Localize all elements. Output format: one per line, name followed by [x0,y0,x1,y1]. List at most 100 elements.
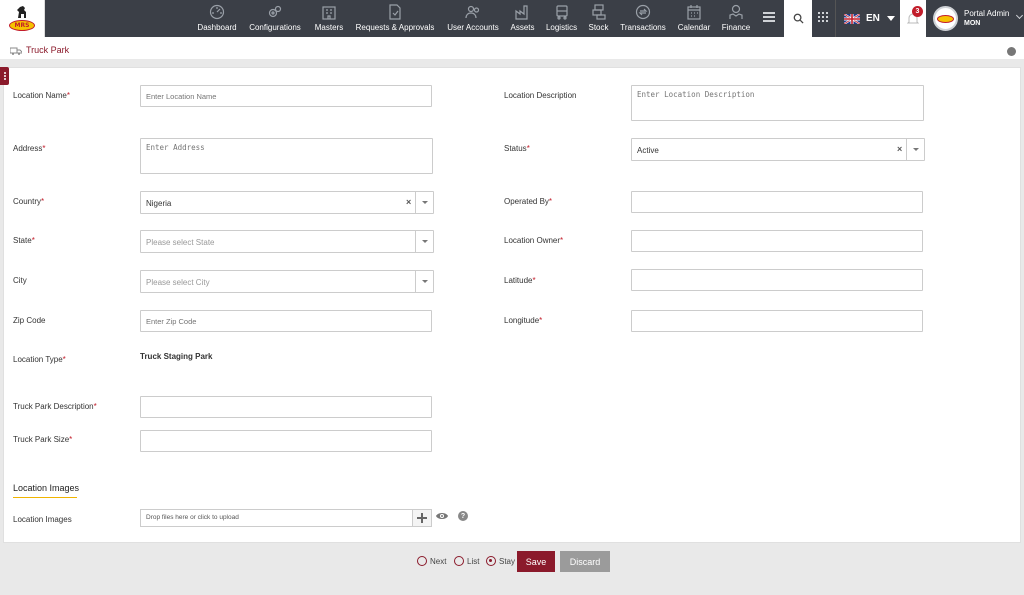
latitude-label: Latitude* [504,276,536,285]
nav-label: Assets [510,23,535,32]
horse-icon [17,5,26,18]
truck-park-description-input[interactable] [140,396,432,418]
location-owner-label: Location Owner* [504,236,564,245]
status-value: Active [637,146,659,155]
side-menu-toggle[interactable] [0,67,9,85]
address-label: Address* [13,144,46,153]
dashboard-icon [209,4,225,20]
city-label: City [13,276,27,285]
chevron-down-icon[interactable] [415,271,433,292]
radio-list[interactable]: List [454,556,479,566]
nav-transactions[interactable]: Transactions [618,0,668,37]
clear-icon[interactable]: × [897,144,902,154]
logo-text: MRS [9,19,35,31]
zip-code-label: Zip Code [13,316,46,325]
country-label: Country* [13,197,45,206]
longitude-input[interactable] [631,310,923,332]
language-selector[interactable]: EN [835,0,899,37]
finance-icon [729,4,743,19]
truck-park-size-input[interactable] [140,430,432,452]
page-title: Truck Park [26,45,70,55]
nav-label: Finance [721,23,751,32]
nav-calendar[interactable]: Calendar [676,0,712,37]
chevron-down-icon[interactable] [906,139,924,160]
discard-button[interactable]: Discard [560,551,610,572]
save-button[interactable]: Save [517,551,555,572]
location-description-label: Location Description [504,91,577,100]
file-upload-dropzone[interactable]: Drop files here or click to upload [140,509,413,527]
uk-flag-icon [844,13,860,24]
user-menu[interactable]: Portal Admin MON [928,0,1024,37]
chevron-down-icon[interactable] [415,192,433,213]
status-select[interactable]: Active × [631,138,925,161]
truck-icon [555,5,568,20]
nav-label: Transactions [620,23,666,32]
clear-icon[interactable]: × [406,197,411,207]
search-icon [793,13,804,24]
breadcrumb: Truck Park [0,37,1024,63]
longitude-label: Longitude* [504,316,543,325]
nav-finance[interactable]: Finance [720,0,752,37]
city-select[interactable]: Please select City [140,270,434,293]
nav-masters[interactable]: Masters [312,0,346,37]
state-placeholder: Please select State [146,238,215,247]
zip-code-input[interactable] [140,310,432,332]
radio-next[interactable]: Next [417,556,446,566]
company-logo[interactable]: MRS [0,0,45,37]
nav-label: Configurations [249,23,301,32]
nav-label: Calendar [677,23,711,32]
location-owner-input[interactable] [631,230,923,252]
nav-requests-approvals[interactable]: Requests & Approvals [354,0,436,37]
location-description-input[interactable] [631,85,924,121]
back-icon[interactable] [1007,47,1016,56]
nav-assets[interactable]: Assets [509,0,536,37]
latitude-input[interactable] [631,269,923,291]
location-type-label: Location Type* [13,355,66,364]
radio-label: Stay [499,556,516,566]
nav-stock[interactable]: Stock [587,0,610,37]
city-placeholder: Please select City [146,278,210,287]
form-footer [0,543,1024,595]
building-icon [322,6,336,20]
chevron-down-icon [1015,11,1024,20]
location-images-section-title: Location Images [13,483,80,493]
truck-park-size-label: Truck Park Size* [13,435,73,444]
avatar [933,6,958,31]
location-name-label: Location Name* [13,91,70,100]
radio-stay[interactable]: Stay [486,556,515,566]
help-icon[interactable]: ? [458,511,468,521]
location-images-label: Location Images [13,515,72,524]
language-code: EN [866,13,880,24]
status-label: Status* [504,144,530,153]
nav-user-accounts[interactable]: User Accounts [445,0,501,37]
operated-by-input[interactable] [631,191,923,213]
search-button[interactable] [784,0,812,37]
users-icon [465,5,480,19]
eye-icon[interactable] [435,511,449,521]
add-file-button[interactable] [412,509,432,527]
nav-dashboard[interactable]: Dashboard [196,0,238,37]
country-select[interactable]: Nigeria × [140,191,434,214]
operated-by-label: Operated By* [504,197,553,206]
notifications-button[interactable] [900,0,926,37]
nav-configurations[interactable]: Configurations [246,0,304,37]
nav-label: Dashboard [197,23,237,32]
stock-icon [591,4,606,20]
state-select[interactable]: Please select State [140,230,434,253]
radio-circle [417,556,427,566]
top-navigation-bar: MRS Dashboard Configurations Masters Req… [0,0,1024,37]
country-value: Nigeria [146,199,172,208]
address-input[interactable] [140,138,433,174]
location-name-input[interactable] [140,85,432,107]
plus-icon [417,513,427,523]
nav-logistics[interactable]: Logistics [544,0,579,37]
radio-label: List [467,556,480,566]
apps-grid-icon[interactable] [818,12,828,22]
chevron-down-icon[interactable] [415,231,433,252]
document-check-icon [389,4,401,20]
section-divider [13,497,77,498]
menu-icon[interactable] [763,12,775,24]
truck-park-description-label: Truck Park Description* [13,402,97,411]
nav-label: Requests & Approvals [355,23,435,32]
gears-icon [268,5,282,18]
